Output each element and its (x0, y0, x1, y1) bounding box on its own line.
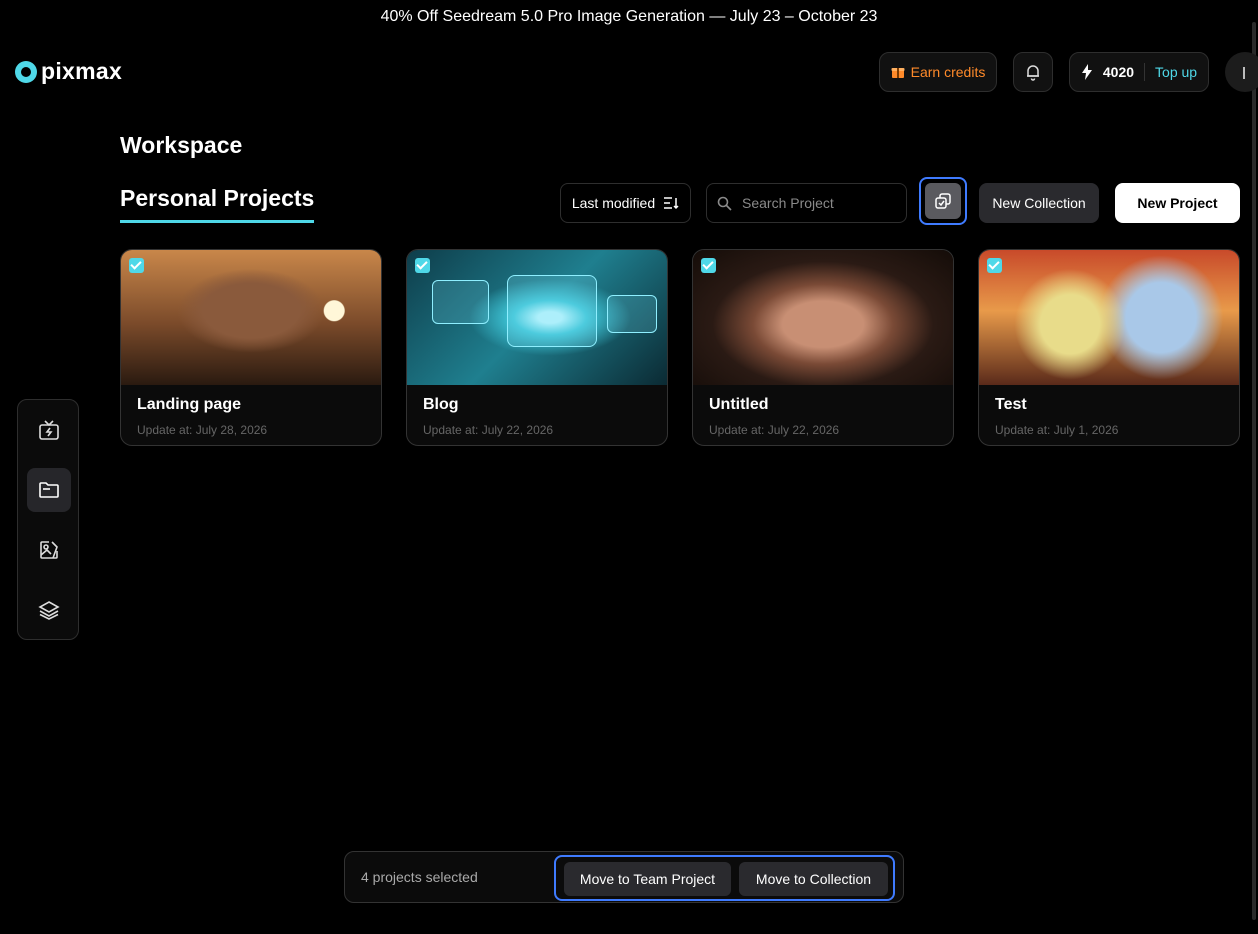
project-card[interactable]: Test Update at: July 1, 2026 (978, 249, 1240, 446)
search-input[interactable] (740, 194, 894, 212)
project-card[interactable]: Landing page Update at: July 28, 2026 (120, 249, 382, 446)
sidebar-item-tv[interactable] (27, 408, 71, 452)
sidebar-item-projects[interactable] (27, 468, 71, 512)
sort-label: Last modified (571, 195, 656, 211)
project-date: Update at: July 28, 2026 (137, 423, 268, 437)
multi-select-button[interactable] (919, 177, 967, 225)
project-card[interactable]: Untitled Update at: July 22, 2026 (692, 249, 954, 446)
tab-personal-projects[interactable]: Personal Projects (120, 185, 315, 223)
new-project-button[interactable]: New Project (1115, 183, 1240, 223)
project-title: Blog (423, 396, 459, 413)
gift-icon (891, 68, 905, 78)
logo[interactable]: pixmax (15, 58, 122, 85)
credits-divider (1144, 63, 1146, 81)
project-card[interactable]: Blog Update at: July 22, 2026 (406, 249, 668, 446)
sidebar (17, 399, 79, 640)
page-scrollbar[interactable] (1252, 22, 1256, 920)
project-thumbnail (407, 250, 667, 385)
sort-dropdown[interactable]: Last modified (560, 183, 691, 223)
project-title: Untitled (709, 396, 769, 413)
project-select-checkbox[interactable] (415, 258, 430, 273)
project-title: Test (995, 396, 1027, 413)
earn-credits-button[interactable]: Earn credits (879, 52, 997, 92)
promo-banner[interactable]: 40% Off Seedream 5.0 Pro Image Generatio… (0, 0, 1258, 34)
credits-widget[interactable]: 4020 Top up (1069, 52, 1209, 92)
project-date: Update at: July 22, 2026 (709, 423, 840, 437)
selection-count: 4 projects selected (361, 869, 478, 885)
project-title: Landing page (137, 396, 241, 413)
top-up-link[interactable]: Top up (1155, 64, 1197, 80)
project-select-checkbox[interactable] (129, 258, 144, 273)
promo-banner-text: 40% Off Seedream 5.0 Pro Image Generatio… (380, 8, 878, 25)
sidebar-item-layers[interactable] (27, 588, 71, 632)
credits-count: 4020 (1102, 64, 1135, 80)
layers-icon (38, 601, 60, 620)
project-date: Update at: July 22, 2026 (423, 423, 554, 437)
earn-credits-label: Earn credits (910, 64, 986, 80)
move-to-collection-button[interactable]: Move to Collection (739, 862, 888, 896)
sidebar-item-image-edit[interactable] (27, 528, 71, 572)
selection-actions-group: Move to Team Project Move to Collection (554, 855, 895, 901)
project-thumbnail (121, 250, 381, 385)
project-thumbnail (979, 250, 1239, 385)
project-thumbnail (693, 250, 953, 385)
select-copy-icon (935, 193, 951, 209)
tv-icon (39, 420, 59, 440)
lightning-icon (1081, 64, 1092, 80)
folder-icon (39, 482, 59, 498)
logo-text: pixmax (41, 58, 123, 84)
page-title: Workspace (120, 132, 243, 158)
project-date: Update at: July 1, 2026 (995, 423, 1119, 437)
search-icon (717, 196, 732, 211)
multi-select-button-inner (925, 183, 961, 219)
image-edit-icon (40, 541, 58, 559)
new-collection-button[interactable]: New Collection (979, 183, 1099, 223)
move-to-team-project-button[interactable]: Move to Team Project (564, 862, 731, 896)
selection-action-bar: 4 projects selected Move to Team Project… (344, 851, 904, 903)
project-select-checkbox[interactable] (987, 258, 1002, 273)
project-select-checkbox[interactable] (701, 258, 716, 273)
bell-icon (1027, 65, 1039, 81)
notifications-button[interactable] (1013, 52, 1053, 92)
search-box[interactable] (706, 183, 907, 223)
logo-mark-icon (15, 60, 37, 83)
avatar[interactable] (1225, 52, 1258, 92)
sort-icon (664, 197, 679, 210)
